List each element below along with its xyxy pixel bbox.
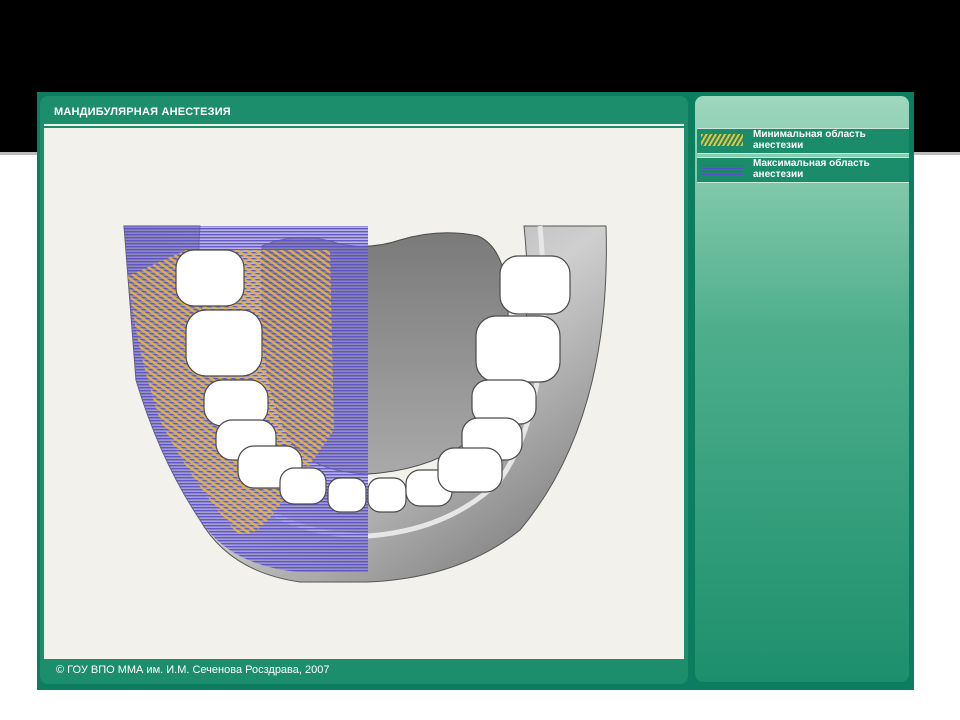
copyright-footer: © ГОУ ВПО ММА им. И.М. Сеченова Росздрав… [56,664,330,676]
legend-label-min: Минимальная область анестезии [753,129,866,151]
legend-item-max: Максимальная область анестезии [697,157,909,183]
legend-swatch-min [701,134,743,146]
legend-item-min: Минимальная область анестезии [697,128,909,154]
legend-label-max: Максимальная область анестезии [753,158,870,180]
legend-panel [695,96,909,682]
legend-swatch-max [701,163,743,175]
